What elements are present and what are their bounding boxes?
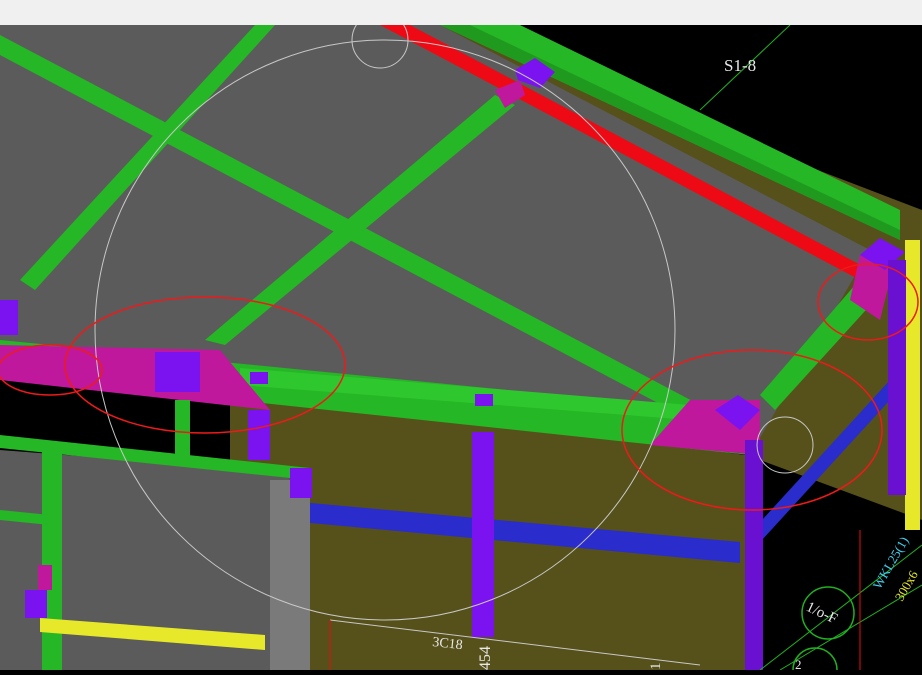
axis-label: S1-8 <box>724 56 756 75</box>
lower-left-column-2 <box>25 590 47 618</box>
column-front-mid <box>472 432 494 637</box>
cad-3d-viewport[interactable]: 1/o-F 2 S1-8 3C18 454 1 WKL25(1) 300x6 <box>0 11 922 675</box>
column-left-top <box>0 300 18 335</box>
column-corner <box>888 260 906 495</box>
lower-left-column-3 <box>38 565 52 590</box>
vertical-dim-label: 454 <box>477 646 494 670</box>
column-small-2 <box>475 394 493 406</box>
bottom-bubble-label: 2 <box>795 657 802 670</box>
lower-left-beam-vertical <box>42 450 62 670</box>
grid-bubble-label: 1/o-F <box>803 599 839 627</box>
window-top-bar <box>0 0 922 25</box>
model-canvas[interactable]: 1/o-F 2 S1-8 3C18 454 1 WKL25(1) 300x6 <box>0 11 922 675</box>
lower-left-wall-grey <box>270 480 310 670</box>
short-beam <box>175 400 190 460</box>
rebar-label: 3C18 <box>432 635 464 653</box>
partial-tag-label: 1 <box>648 663 664 671</box>
column-front-right <box>745 440 763 670</box>
column-small-1 <box>250 372 268 384</box>
column-front-left <box>248 410 270 460</box>
column-left <box>155 352 200 392</box>
lower-left-column <box>290 468 312 498</box>
beam-size-label: 300x6 <box>892 567 921 603</box>
